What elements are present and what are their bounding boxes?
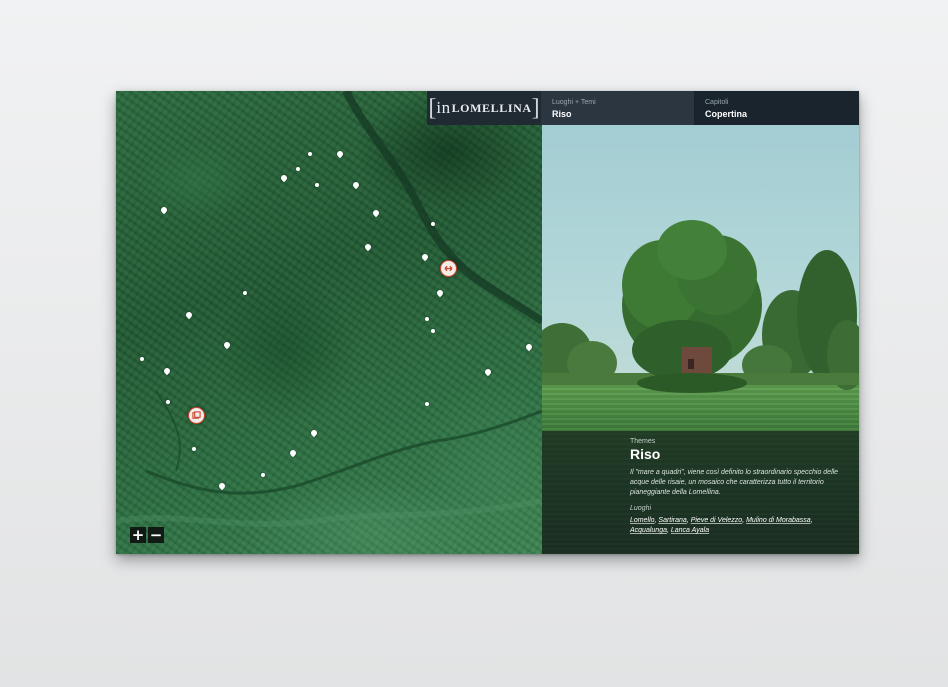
map-point[interactable]: [425, 402, 429, 406]
brand-logo[interactable]: [ in LOMELLINA ]: [427, 91, 541, 125]
double-arrow-glyph: [444, 265, 453, 272]
zoom-in-button[interactable]: +: [130, 527, 146, 543]
photo-trees: [542, 220, 859, 393]
place-link-acqualunga[interactable]: Acqualunga: [630, 527, 667, 534]
logo-bracket-right: ]: [531, 95, 540, 121]
place-link-mulino-di-morabassa[interactable]: Mulino di Morabassa: [746, 517, 811, 524]
place-link-sartirana[interactable]: Sartirana: [658, 517, 686, 524]
place-link-pieve-di-velezzo[interactable]: Pieve di Velezzo: [691, 517, 743, 524]
map-point[interactable]: [315, 183, 319, 187]
places-heading: Luoghi: [630, 505, 652, 512]
chapters-label: Capitoli: [705, 99, 729, 106]
places-themes-label: Luoghi + Temi: [552, 99, 596, 106]
theme-kicker: Themes: [630, 438, 656, 445]
map-point[interactable]: [166, 400, 170, 404]
double-arrow-icon[interactable]: [440, 260, 457, 277]
places-themes-selector[interactable]: Luoghi + Temi Riso: [541, 91, 694, 125]
theme-description: Il "mare a quadri", viene così definito …: [630, 469, 839, 496]
chapters-value: Copertina: [705, 109, 748, 119]
map-point[interactable]: [261, 473, 265, 477]
map-view[interactable]: + −: [116, 91, 542, 554]
app-window: + − [ in LOMELLINA ] Luoghi + Temi Riso …: [116, 91, 859, 554]
map-point[interactable]: [140, 357, 144, 361]
zoom-out-button[interactable]: −: [148, 527, 164, 543]
map-point[interactable]: [243, 291, 247, 295]
photo-glyph: [192, 411, 201, 419]
places-themes-value: Riso: [552, 109, 572, 119]
map-point[interactable]: [431, 222, 435, 226]
map-point[interactable]: [431, 329, 435, 333]
theme-info-panel: Themes Riso Il "mare a quadri", viene co…: [542, 431, 859, 554]
theme-photo: Themes Riso Il "mare a quadri", viene co…: [542, 125, 859, 554]
places-links: Lomello, Sartirana, Pieve di Velezzo, Mu…: [630, 517, 813, 534]
map-point[interactable]: [308, 152, 312, 156]
zoom-controls: + −: [130, 527, 164, 543]
map-point[interactable]: [192, 447, 196, 451]
logo-prefix: in: [436, 98, 451, 117]
theme-title: Riso: [630, 446, 661, 462]
chapters-selector[interactable]: Capitoli Copertina: [694, 91, 859, 125]
photo-icon[interactable]: [188, 407, 205, 424]
place-link-lanca-ayala[interactable]: Lanca Ayala: [671, 527, 709, 534]
logo-bracket-left: [: [428, 95, 437, 121]
map-point[interactable]: [425, 317, 429, 321]
map-point[interactable]: [296, 167, 300, 171]
top-bar: [ in LOMELLINA ] Luoghi + Temi Riso Capi…: [427, 91, 859, 125]
place-link-lomello[interactable]: Lomello: [630, 517, 655, 524]
logo-name: LOMELLINA: [451, 100, 532, 115]
river-lines: [116, 91, 542, 527]
